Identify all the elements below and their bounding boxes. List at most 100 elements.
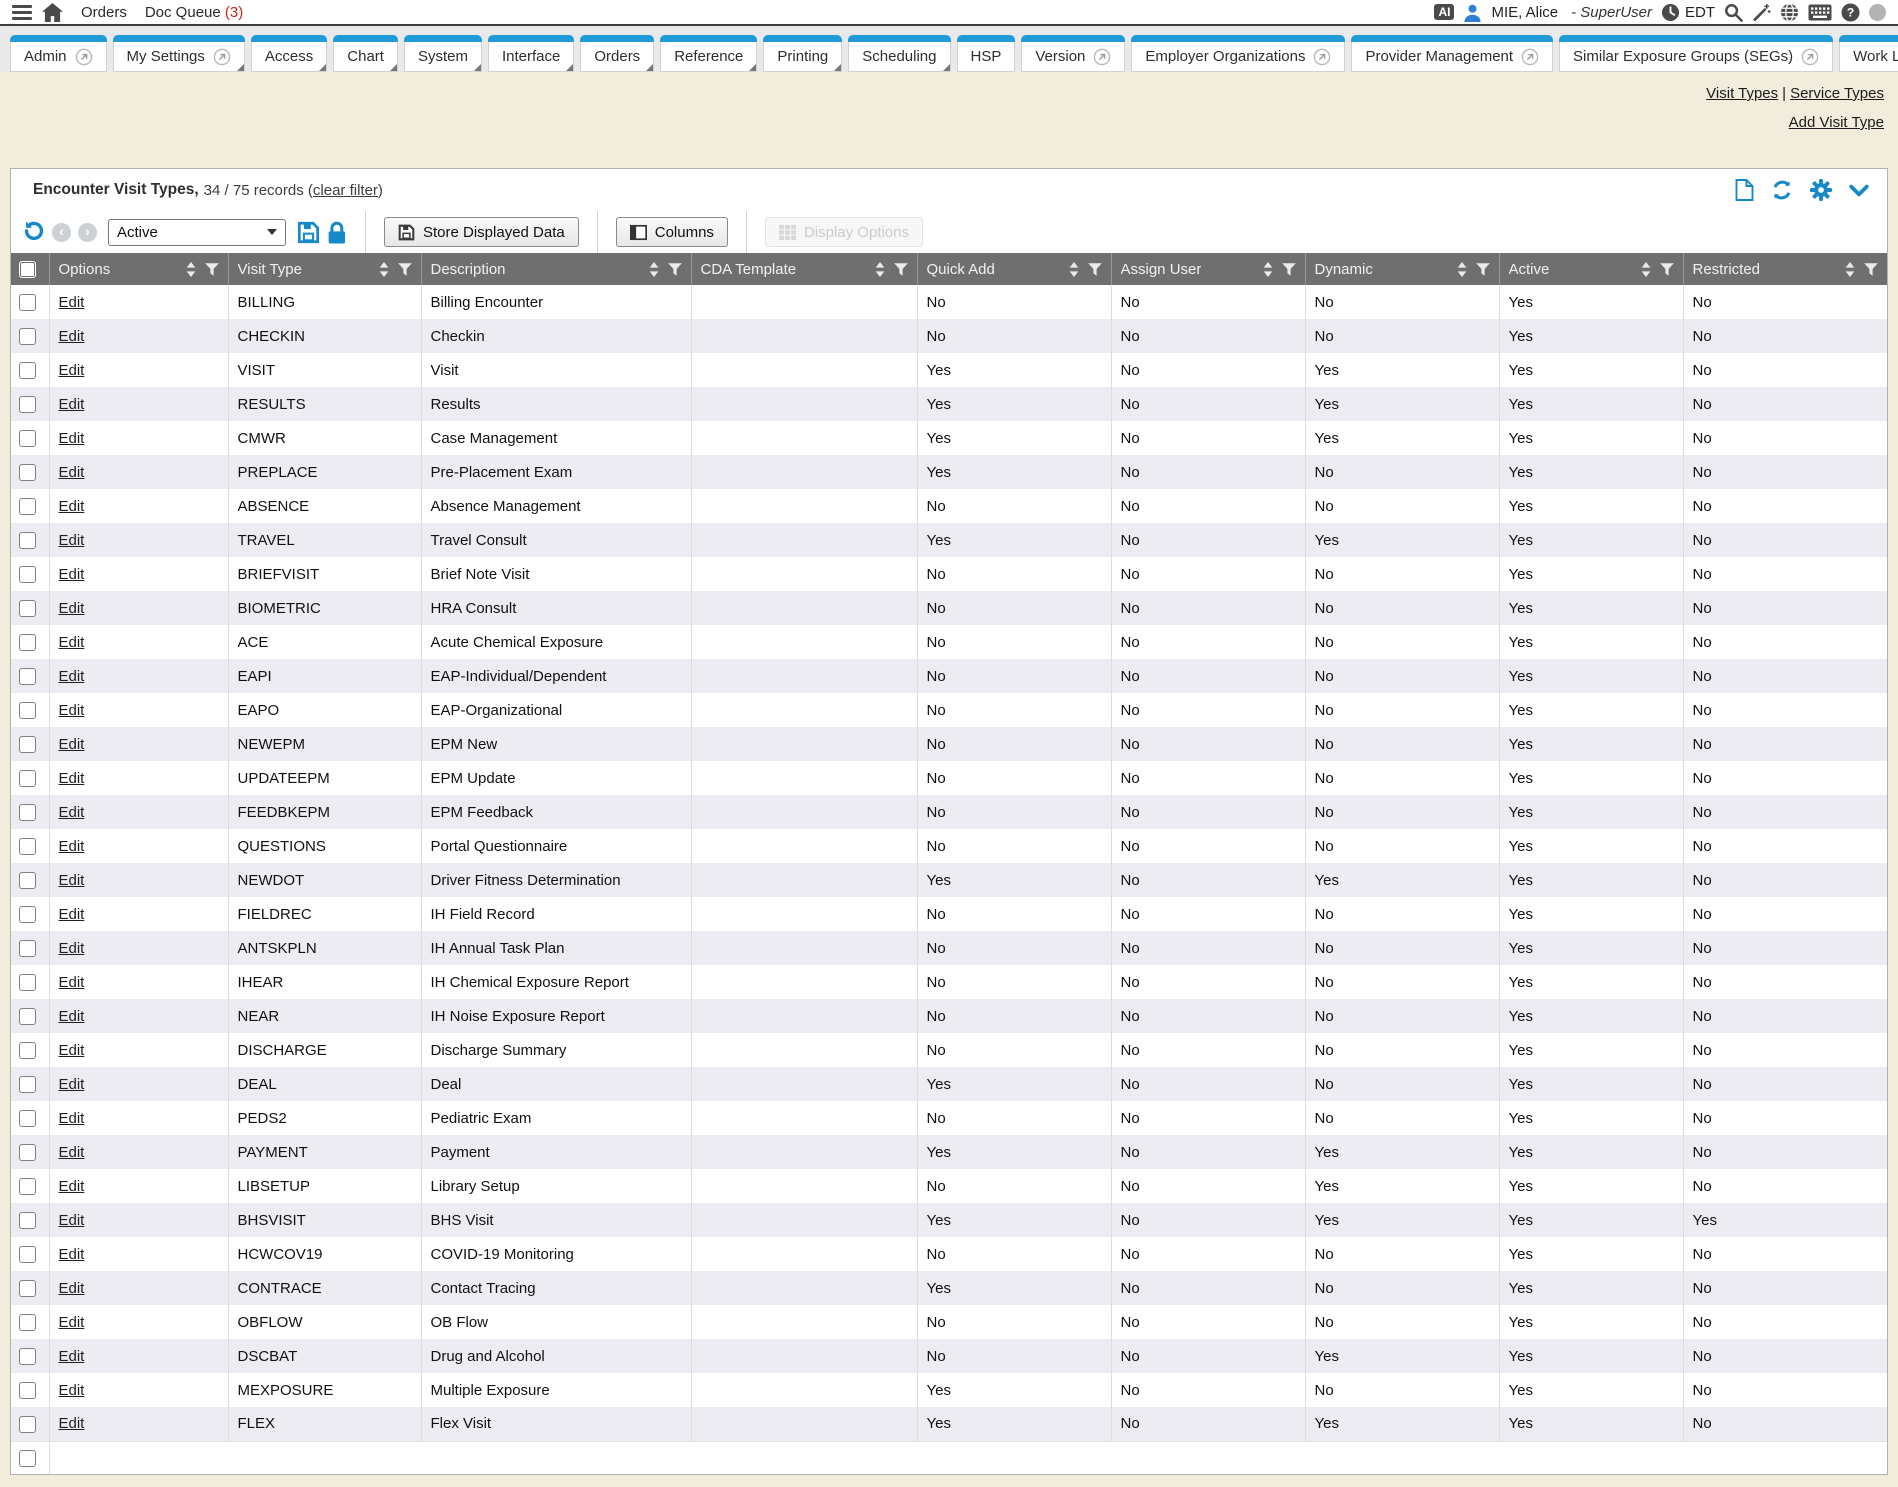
edit-link[interactable]: Edit xyxy=(59,1110,85,1127)
new-record-icon[interactable] xyxy=(1735,179,1754,201)
column-header-cda-template[interactable]: CDA Template xyxy=(691,253,917,285)
edit-link[interactable]: Edit xyxy=(59,498,85,515)
store-displayed-data-button[interactable]: Store Displayed Data xyxy=(384,217,579,247)
row-checkbox[interactable] xyxy=(19,838,36,855)
row-checkbox[interactable] xyxy=(19,1178,36,1195)
column-header-restricted[interactable]: Restricted xyxy=(1683,253,1887,285)
filter-icon[interactable] xyxy=(1864,263,1878,276)
tab-admin[interactable]: Admin xyxy=(10,35,107,72)
column-header-description[interactable]: Description xyxy=(421,253,691,285)
row-checkbox[interactable] xyxy=(19,634,36,651)
search-icon[interactable] xyxy=(1724,3,1743,22)
row-checkbox[interactable] xyxy=(19,736,36,753)
row-checkbox[interactable] xyxy=(19,974,36,991)
edit-link[interactable]: Edit xyxy=(59,294,85,311)
column-header-dynamic[interactable]: Dynamic xyxy=(1305,253,1499,285)
edit-link[interactable]: Edit xyxy=(59,328,85,345)
collapse-chevron-icon[interactable] xyxy=(1849,184,1869,197)
row-checkbox[interactable] xyxy=(19,430,36,447)
settings-gear-icon[interactable] xyxy=(1810,179,1832,201)
keyboard-icon[interactable] xyxy=(1808,3,1832,22)
row-checkbox[interactable] xyxy=(19,1212,36,1229)
clear-filter-link[interactable]: clear filter xyxy=(313,182,378,199)
row-checkbox[interactable] xyxy=(19,1416,36,1433)
edit-link[interactable]: Edit xyxy=(59,702,85,719)
filter-icon[interactable] xyxy=(1088,263,1102,276)
edit-link[interactable]: Edit xyxy=(59,770,85,787)
user-name[interactable]: MIE, Alice xyxy=(1491,4,1558,21)
footer-checkbox[interactable] xyxy=(19,1450,36,1467)
filter-icon[interactable] xyxy=(398,263,412,276)
sort-icon[interactable] xyxy=(1263,262,1273,277)
row-checkbox[interactable] xyxy=(19,1382,36,1399)
hamburger-menu-icon[interactable] xyxy=(12,5,32,20)
edit-link[interactable]: Edit xyxy=(59,1042,85,1059)
row-checkbox[interactable] xyxy=(19,362,36,379)
sort-icon[interactable] xyxy=(186,262,196,277)
tab-provider-management[interactable]: Provider Management xyxy=(1351,35,1553,72)
row-checkbox[interactable] xyxy=(19,804,36,821)
filter-icon[interactable] xyxy=(1476,263,1490,276)
row-checkbox[interactable] xyxy=(19,872,36,889)
row-checkbox[interactable] xyxy=(19,328,36,345)
edit-link[interactable]: Edit xyxy=(59,804,85,821)
sort-icon[interactable] xyxy=(649,262,659,277)
sort-icon[interactable] xyxy=(1845,262,1855,277)
magic-wand-icon[interactable] xyxy=(1752,3,1771,22)
edit-link[interactable]: Edit xyxy=(59,396,85,413)
filter-icon[interactable] xyxy=(205,263,219,276)
edit-link[interactable]: Edit xyxy=(59,1008,85,1025)
tab-scheduling[interactable]: Scheduling xyxy=(848,35,950,72)
filter-select[interactable]: Active xyxy=(108,219,286,246)
edit-link[interactable]: Edit xyxy=(59,668,85,685)
tab-version[interactable]: Version xyxy=(1021,35,1125,72)
row-checkbox[interactable] xyxy=(19,464,36,481)
edit-link[interactable]: Edit xyxy=(59,872,85,889)
filter-icon[interactable] xyxy=(1660,263,1674,276)
row-checkbox[interactable] xyxy=(19,566,36,583)
row-checkbox[interactable] xyxy=(19,600,36,617)
edit-link[interactable]: Edit xyxy=(59,362,85,379)
edit-link[interactable]: Edit xyxy=(59,906,85,923)
edit-link[interactable]: Edit xyxy=(59,1348,85,1365)
columns-button[interactable]: Columns xyxy=(616,217,728,247)
column-header-options[interactable]: Options xyxy=(49,253,228,285)
tab-work-locations[interactable]: Work Locations xyxy=(1839,35,1898,72)
undo-icon[interactable] xyxy=(21,220,45,244)
edit-link[interactable]: Edit xyxy=(59,736,85,753)
edit-link[interactable]: Edit xyxy=(59,1076,85,1093)
row-checkbox[interactable] xyxy=(19,770,36,787)
row-checkbox[interactable] xyxy=(19,940,36,957)
row-checkbox[interactable] xyxy=(19,1076,36,1093)
column-header-quick-add[interactable]: Quick Add xyxy=(917,253,1111,285)
column-header-assign-user[interactable]: Assign User xyxy=(1111,253,1305,285)
edit-link[interactable]: Edit xyxy=(59,1415,85,1432)
menu-item-doc-queue[interactable]: Doc Queue (3) xyxy=(145,4,243,21)
tab-chart[interactable]: Chart xyxy=(333,35,398,72)
row-checkbox[interactable] xyxy=(19,1348,36,1365)
row-checkbox[interactable] xyxy=(19,702,36,719)
edit-link[interactable]: Edit xyxy=(59,566,85,583)
row-checkbox[interactable] xyxy=(19,668,36,685)
edit-link[interactable]: Edit xyxy=(59,600,85,617)
row-checkbox[interactable] xyxy=(19,1042,36,1059)
column-header-active[interactable]: Active xyxy=(1499,253,1683,285)
edit-link[interactable]: Edit xyxy=(59,940,85,957)
filter-icon[interactable] xyxy=(668,263,682,276)
help-icon[interactable]: ? xyxy=(1841,3,1860,22)
globe-icon[interactable] xyxy=(1780,3,1799,22)
row-checkbox[interactable] xyxy=(19,1008,36,1025)
row-checkbox[interactable] xyxy=(19,396,36,413)
row-checkbox[interactable] xyxy=(19,1280,36,1297)
next-page-icon[interactable]: › xyxy=(78,223,97,242)
row-checkbox[interactable] xyxy=(19,498,36,515)
edit-link[interactable]: Edit xyxy=(59,974,85,991)
edit-link[interactable]: Edit xyxy=(59,532,85,549)
tab-hsp[interactable]: HSP xyxy=(957,35,1016,72)
tab-access[interactable]: Access xyxy=(251,35,327,72)
tab-printing[interactable]: Printing xyxy=(763,35,842,72)
row-checkbox[interactable] xyxy=(19,906,36,923)
edit-link[interactable]: Edit xyxy=(59,1144,85,1161)
edit-link[interactable]: Edit xyxy=(59,430,85,447)
tab-reference[interactable]: Reference xyxy=(660,35,757,72)
